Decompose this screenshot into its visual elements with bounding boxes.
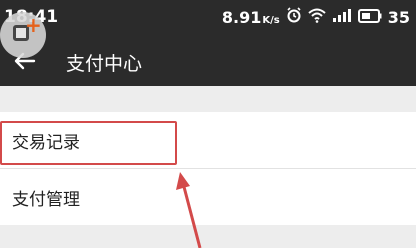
annotation-arrow bbox=[176, 172, 202, 248]
